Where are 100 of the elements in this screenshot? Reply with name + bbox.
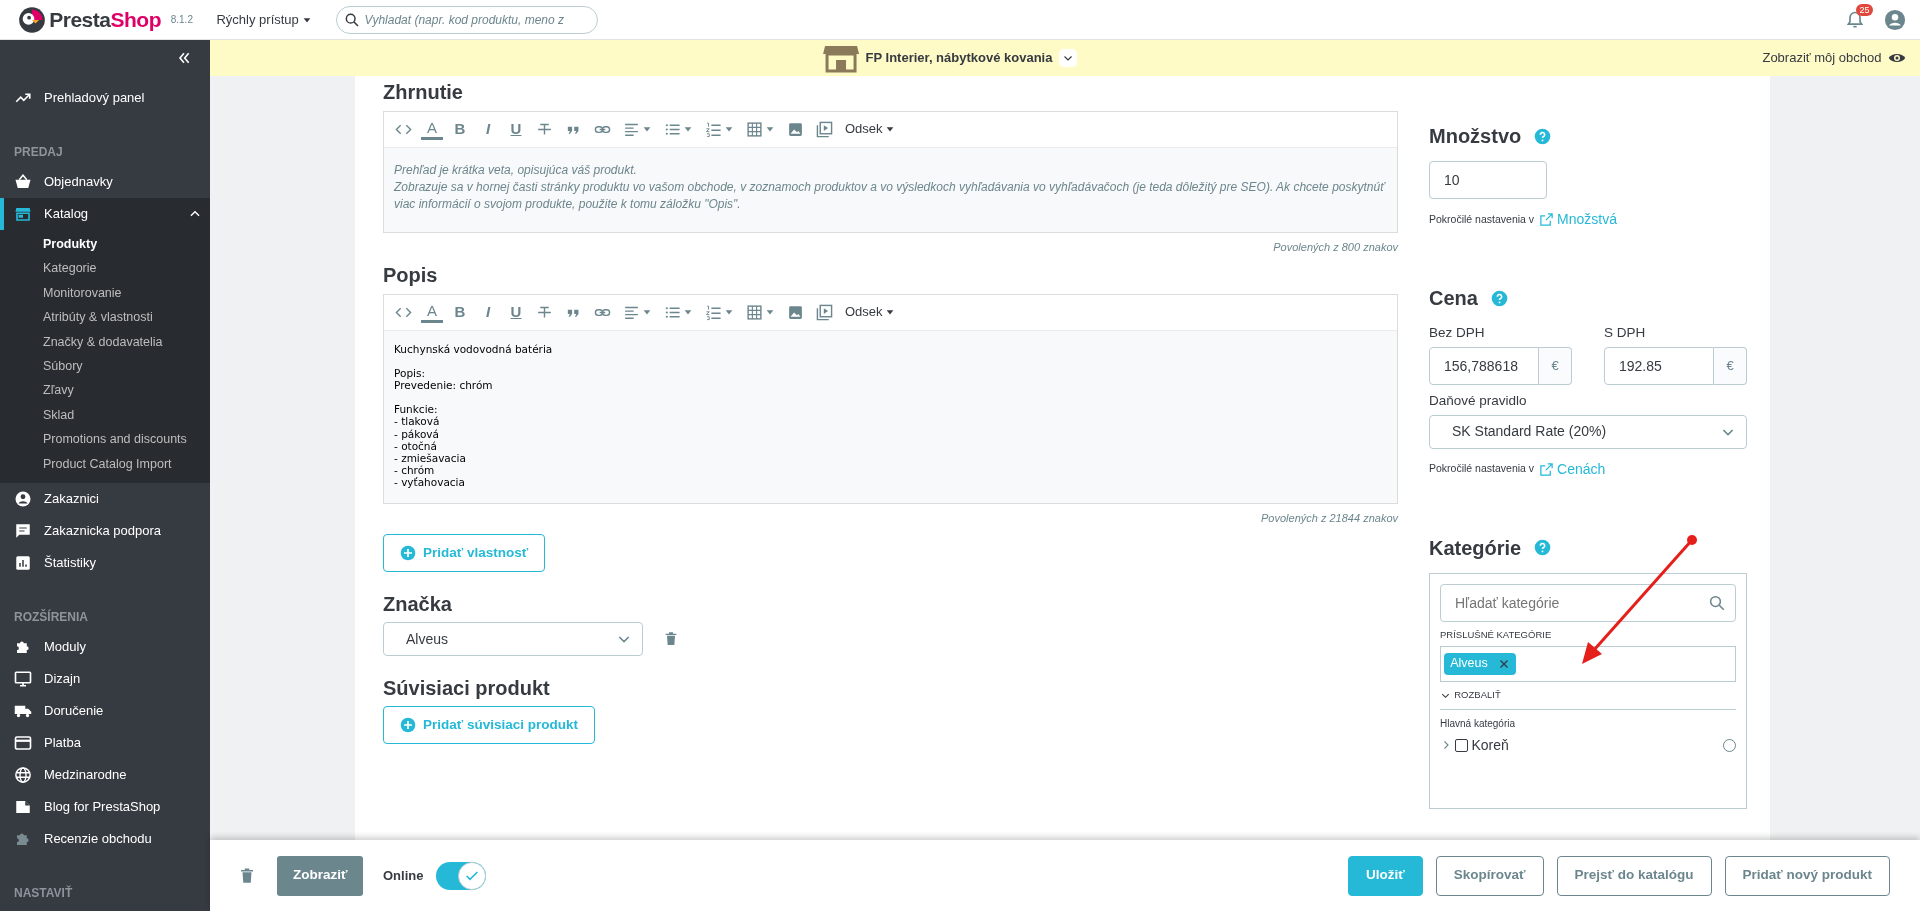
globe-icon xyxy=(14,765,32,784)
italic-button[interactable]: I xyxy=(477,116,499,142)
main-category-label: Hlavná kategória xyxy=(1440,717,1517,732)
advanced-settings-text: Pokročilé nastavenia v xyxy=(1429,461,1535,477)
section-heading: Množstvo xyxy=(1429,124,1522,148)
plus-icon xyxy=(400,545,416,561)
description-paragraph: Funkcie: - tlaková - páková - otočná - zmiešavacia - chróm - vyťahovacia xyxy=(394,403,467,489)
bold-button[interactable]: B xyxy=(449,299,471,325)
caret-icon xyxy=(724,124,734,134)
submenu-item[interactable]: Kategorie xyxy=(0,258,210,279)
online-switch[interactable] xyxy=(436,861,487,890)
submenu-item[interactable]: Product Catalog Import xyxy=(0,453,210,474)
basket-icon xyxy=(14,173,32,191)
caret-icon xyxy=(642,124,652,134)
sidebar-item[interactable]: Medzinarodne xyxy=(0,758,210,791)
logo-text: PrestaShop xyxy=(49,6,161,33)
online-label: Online xyxy=(382,866,424,885)
italic-button[interactable]: I xyxy=(477,299,499,325)
search-icon xyxy=(1708,593,1726,612)
sidebar-item[interactable]: Platba xyxy=(0,726,210,759)
sidebar-item[interactable]: Objednavky xyxy=(0,166,210,198)
quantity-input[interactable]: 10 xyxy=(1429,161,1547,199)
sidebar-item[interactable]: Zakaznicka podpora xyxy=(0,514,210,547)
close-icon[interactable] xyxy=(1497,657,1510,670)
avatar-icon[interactable] xyxy=(1884,8,1906,31)
submenu-item[interactable]: Monitorovanie xyxy=(0,282,210,303)
help-icon[interactable] xyxy=(1534,539,1552,556)
price-input[interactable]: 192.85 xyxy=(1604,346,1714,385)
field-label: S DPH xyxy=(1604,324,1647,342)
category-checkbox[interactable] xyxy=(1455,738,1469,752)
help-icon[interactable] xyxy=(1534,127,1552,145)
format-dropdown[interactable]: Odsek xyxy=(842,299,898,325)
image-icon xyxy=(787,120,804,138)
text-color-button[interactable]: A xyxy=(421,118,443,140)
character-counter: Povolených z 800 znakov xyxy=(1272,239,1398,255)
format-dropdown[interactable]: Odsek xyxy=(842,116,898,142)
sidebar-item[interactable]: Prehladový panel xyxy=(0,82,210,114)
expand-toggle[interactable]: ROZBALIŤ xyxy=(1440,688,1736,709)
plus-icon xyxy=(400,717,416,733)
section-heading: NASTAVIŤ xyxy=(13,884,74,902)
numbered-list-icon xyxy=(705,303,722,321)
currency-addon: € xyxy=(1539,346,1572,385)
main-category-radio[interactable] xyxy=(1723,738,1736,752)
submenu-item[interactable]: Súbory xyxy=(0,355,210,376)
tax-rule-select[interactable]: SK Standard Rate (20%) xyxy=(1429,414,1747,449)
numbered-list-icon xyxy=(705,120,722,138)
sidebar-item[interactable]: Štatistiky xyxy=(0,546,210,579)
notification-badge: 25 xyxy=(1856,3,1873,16)
section-heading: Zhrnutie xyxy=(383,80,464,104)
sidebar-item[interactable]: Doručenie xyxy=(0,694,210,727)
currency-addon: € xyxy=(1714,346,1747,385)
submenu-item[interactable]: Atribúty & vlastnosti xyxy=(0,307,210,328)
submenu-item[interactable]: Produkty xyxy=(0,234,210,254)
bold-button[interactable]: B xyxy=(449,116,471,142)
underline-button[interactable]: U xyxy=(505,299,527,325)
image-icon xyxy=(787,303,804,321)
footer-button[interactable]: Pridať nový produkt xyxy=(1724,855,1890,896)
search-icon xyxy=(343,11,360,28)
table-icon xyxy=(746,120,763,138)
preview-button[interactable]: Zobraziť xyxy=(277,855,364,896)
trash-icon[interactable] xyxy=(238,866,256,885)
submenu-item[interactable]: Sklad xyxy=(0,404,210,425)
rich-text-editor[interactable]: A B I U Odsek Kuchynská vodovodná batéria Popis: Prevedenie: chróm Funkcie: - tlaková - páková - otočná - zmiešavacia - chróm - vyťahovacia xyxy=(383,293,1398,504)
footer-button[interactable]: Prejsť do katalógu xyxy=(1556,855,1712,896)
chat-icon xyxy=(14,521,32,540)
view-shop-link[interactable]: Zobraziť môj obchod xyxy=(1762,48,1906,68)
rich-text-editor[interactable] xyxy=(383,110,1398,233)
help-icon[interactable] xyxy=(1490,289,1508,307)
category-search-field[interactable]: Hľadať kategórie xyxy=(1440,583,1736,622)
caret-icon xyxy=(765,307,775,317)
collapse-icon[interactable] xyxy=(176,50,192,66)
brand-select[interactable]: Alveus xyxy=(383,622,643,656)
video-icon xyxy=(816,120,833,138)
section-heading: Značka xyxy=(383,591,453,616)
caret-icon xyxy=(724,307,734,317)
shop-dropdown[interactable] xyxy=(1058,49,1077,67)
sidebar-item[interactable]: Katalog xyxy=(0,198,210,230)
category-name: Koreň xyxy=(1471,735,1509,755)
sidebar-item[interactable]: Dizajn xyxy=(0,662,210,695)
submenu-item[interactable]: Promotions and discounts xyxy=(0,429,210,450)
submenu-item[interactable]: Zľavy xyxy=(0,380,210,401)
sidebar-item[interactable]: Moduly xyxy=(0,630,210,663)
sidebar-item[interactable]: Recenzie obchodu xyxy=(0,822,210,855)
caret-icon xyxy=(683,307,693,317)
text-color-button[interactable]: A xyxy=(421,301,443,323)
field-label: Bez DPH xyxy=(1429,324,1486,342)
quick-access-dropdown[interactable]: Rýchly prístup xyxy=(212,7,317,32)
sidebar-item[interactable]: Zakaznici xyxy=(0,482,210,515)
monitor-icon xyxy=(14,669,32,688)
footer-button[interactable]: Skopírovať xyxy=(1435,855,1544,896)
store-icon xyxy=(14,205,32,223)
sidebar-item[interactable]: Blog for PrestaShop xyxy=(0,790,210,823)
underline-button[interactable]: U xyxy=(505,116,527,142)
search-field[interactable]: Vyhladat (napr. kod produktu, meno z xyxy=(335,5,598,34)
store-icon xyxy=(823,43,860,73)
price-input[interactable]: 156,788618 xyxy=(1429,346,1539,385)
section-heading: Cena xyxy=(1429,286,1478,310)
logo-icon xyxy=(18,5,46,34)
submenu-item[interactable]: Značky & dodavatelia xyxy=(0,331,210,352)
section-heading: Popis xyxy=(383,263,439,287)
